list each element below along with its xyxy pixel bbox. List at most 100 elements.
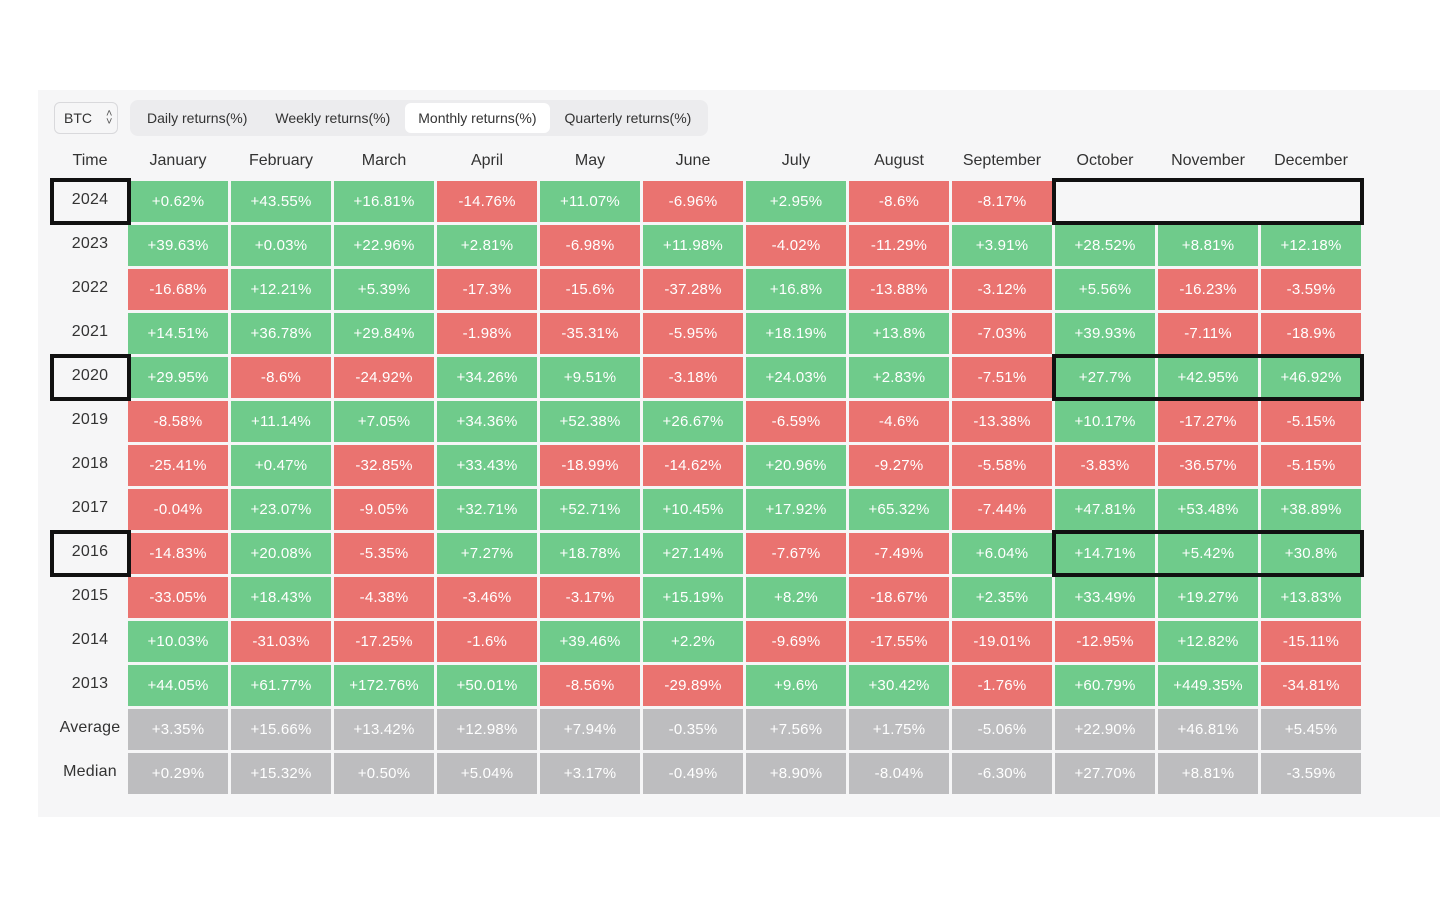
return-cell: +12.82% [1158,621,1258,662]
summary-label: Average [59,719,121,736]
return-cell: +10.45% [643,489,743,530]
return-cell [1261,181,1361,222]
return-cell: +18.78% [540,533,640,574]
table-row: 2023 +39.63% +0.03% +22.96% +2.81% -6.98% +11.… [55,225,1361,266]
return-cell: -19.01% [952,621,1052,662]
return-cell: -18.67% [849,577,949,618]
return-cell: -8.6% [231,357,331,398]
column-header-march: March [361,151,407,169]
return-cell: -29.89% [643,665,743,706]
column-header-february: February [248,151,314,169]
return-cell: -3.83% [1055,445,1155,486]
return-cell: -17.27% [1158,401,1258,442]
return-cell: +0.03% [231,225,331,266]
return-cell: -17.3% [437,269,537,310]
year-label: 2023 [71,235,109,252]
return-cell: -18.9% [1261,313,1361,354]
summary-row: Average +3.35% +15.66% +13.42% +12.98% +7.94%… [55,709,1361,750]
summary-cell: +12.98% [437,709,537,750]
return-cell: -17.55% [849,621,949,662]
summary-cell: -5.06% [952,709,1052,750]
return-cell: -3.18% [643,357,743,398]
return-cell: -4.6% [849,401,949,442]
table-row: 2018 -25.41% +0.47% -32.85% +33.43% -18.99% -1… [55,445,1361,486]
return-cell: +52.38% [540,401,640,442]
column-header-august: August [874,151,924,169]
return-cell: -13.38% [952,401,1052,442]
column-header-june: June [675,151,711,169]
return-cell: +44.05% [128,665,228,706]
return-cell: +7.27% [437,533,537,574]
return-cell: -16.23% [1158,269,1258,310]
return-cell: -6.59% [746,401,846,442]
return-cell: +33.43% [437,445,537,486]
return-cell: +33.49% [1055,577,1155,618]
year-label: 2019 [71,411,109,428]
summary-cell: +22.90% [1055,709,1155,750]
summary-cell: -0.35% [643,709,743,750]
return-cell: +2.35% [952,577,1052,618]
year-label: 2014 [71,631,109,648]
return-cell: -34.81% [1261,665,1361,706]
table-header-row: Time January February March April May June July… [55,143,1361,178]
return-cell: -31.03% [231,621,331,662]
table-row: 2022 -16.68% +12.21% +5.39% -17.3% -15.6% -37.… [55,269,1361,310]
return-cell: -5.95% [643,313,743,354]
return-cell: +6.04% [952,533,1052,574]
year-label: 2024 [71,191,109,208]
year-label: 2016 [71,543,109,560]
return-cell: +43.55% [231,181,331,222]
tab-weekly-returns[interactable]: Weekly returns(%) [262,103,403,133]
return-cell: +9.51% [540,357,640,398]
return-cell: +61.77% [231,665,331,706]
return-cell: -5.35% [334,533,434,574]
return-cell [1055,181,1155,222]
return-cell: +53.48% [1158,489,1258,530]
return-cell: -37.28% [643,269,743,310]
return-cell: -7.44% [952,489,1052,530]
return-cell: -8.6% [849,181,949,222]
summary-cell: +7.94% [540,709,640,750]
return-cell: -25.41% [128,445,228,486]
return-cell: +12.21% [231,269,331,310]
return-cell: +7.05% [334,401,434,442]
return-cell: +11.07% [540,181,640,222]
return-cell: +32.71% [437,489,537,530]
return-cell: -13.88% [849,269,949,310]
return-cell: -7.51% [952,357,1052,398]
return-cell: -33.05% [128,577,228,618]
return-cell: +29.95% [128,357,228,398]
table-row: 2020 +29.95% -8.6% -24.92% +34.26% +9.51% -3.1… [55,357,1361,398]
return-cell: -5.15% [1261,401,1361,442]
return-cell: -1.76% [952,665,1052,706]
return-cell [1158,181,1258,222]
return-cell: +2.81% [437,225,537,266]
tab-monthly-returns[interactable]: Monthly returns(%) [405,103,550,133]
return-cell: -3.12% [952,269,1052,310]
return-cell: -0.04% [128,489,228,530]
return-cell: -11.29% [849,225,949,266]
return-cell: +10.03% [128,621,228,662]
tab-daily-returns[interactable]: Daily returns(%) [134,103,260,133]
return-cell: -9.69% [746,621,846,662]
return-cell: +34.26% [437,357,537,398]
return-cell: -7.11% [1158,313,1258,354]
return-cell: +65.32% [849,489,949,530]
return-cell: +24.03% [746,357,846,398]
asset-select[interactable]: BTC ˄ ˅ [54,102,118,134]
return-cell: -24.92% [334,357,434,398]
return-cell: +39.63% [128,225,228,266]
toolbar: BTC ˄ ˅ Daily returns(%) Weekly returns(%… [54,100,709,136]
return-cell: +17.92% [746,489,846,530]
return-cell: -15.6% [540,269,640,310]
return-cell: +3.91% [952,225,1052,266]
return-cell: -36.57% [1158,445,1258,486]
table-row: 2024 +0.62% +43.55% +16.81% -14.76% +11.07% -6… [55,181,1361,222]
tab-quarterly-returns[interactable]: Quarterly returns(%) [552,103,705,133]
return-cell: -1.98% [437,313,537,354]
return-cell: -7.49% [849,533,949,574]
monthly-returns-table: Time January February March April May June July… [52,140,1364,797]
return-cell: +42.95% [1158,357,1258,398]
return-cell: +0.62% [128,181,228,222]
return-cell: +47.81% [1055,489,1155,530]
